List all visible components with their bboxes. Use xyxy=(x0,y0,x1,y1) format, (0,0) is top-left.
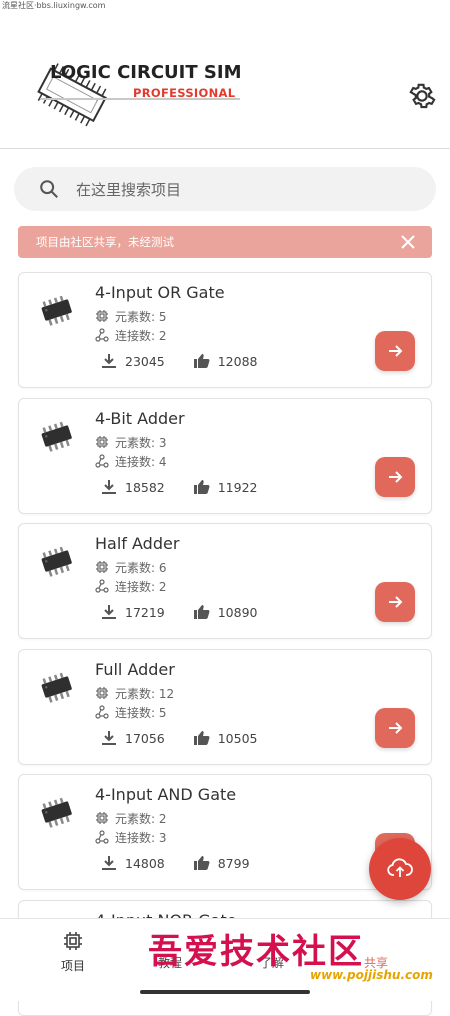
like-count: 10505 xyxy=(217,731,258,746)
thumbs-up-icon xyxy=(193,731,210,745)
download-icon xyxy=(102,354,116,368)
project-card[interactable]: Half Adder 元素数: 6 连接数: 2 17219 10890 xyxy=(18,523,432,639)
chip-icon xyxy=(41,546,72,577)
download-icon xyxy=(102,480,116,494)
banner-text: 项目由社区共享，未经测试 xyxy=(36,235,174,249)
connection-count: 连接数: 3 xyxy=(95,829,167,846)
connection-count: 连接数: 4 xyxy=(95,453,167,470)
logo-divider xyxy=(40,98,240,100)
chip-icon xyxy=(41,295,72,326)
connection-count: 连接数: 2 xyxy=(95,578,167,595)
project-stats: 17219 10890 xyxy=(101,604,258,620)
project-stats: 17056 10505 xyxy=(101,730,258,746)
element-count: 元素数: 5 xyxy=(95,308,167,325)
download-count: 17056 xyxy=(125,731,165,746)
thumbs-up-icon xyxy=(193,856,210,870)
upload-project-button[interactable] xyxy=(369,838,431,900)
watermark-url: www.pojjishu.com xyxy=(310,968,433,982)
chip-icon xyxy=(41,797,72,828)
close-icon[interactable] xyxy=(398,232,418,252)
arrow-right-icon xyxy=(389,596,403,608)
open-project-button[interactable] xyxy=(375,331,415,371)
project-title: 4-Input OR Gate xyxy=(95,283,225,302)
connection-count: 连接数: 5 xyxy=(95,704,167,721)
watermark-logo: 吾爱技术社区 xyxy=(148,932,364,972)
project-title: 4-Bit Adder xyxy=(95,409,185,428)
open-project-button[interactable] xyxy=(375,582,415,622)
download-icon xyxy=(102,856,116,870)
arrow-right-icon xyxy=(389,345,403,357)
connections-icon xyxy=(95,830,109,844)
open-project-button[interactable] xyxy=(375,457,415,497)
project-card[interactable]: 4-Input OR Gate 元素数: 5 连接数: 2 23045 1208… xyxy=(18,272,432,388)
community-warning-banner: 项目由社区共享，未经测试 xyxy=(18,226,432,258)
chip-icon xyxy=(41,421,72,452)
processor-icon xyxy=(96,812,108,824)
download-count: 14808 xyxy=(125,856,165,871)
connection-count: 连接数: 2 xyxy=(95,327,167,344)
like-count: 11922 xyxy=(217,480,258,495)
element-count: 元素数: 2 xyxy=(95,810,167,827)
nav-label: 项目 xyxy=(60,959,85,973)
processor-icon xyxy=(96,310,108,322)
watermark-top-text: 流星社区·bbs.liuxingw.com xyxy=(2,1,106,10)
project-title: Half Adder xyxy=(95,534,180,553)
project-card[interactable]: Full Adder 元素数: 12 连接数: 5 17056 10505 xyxy=(18,649,432,765)
processor-icon xyxy=(96,687,108,699)
like-count: 10890 xyxy=(217,605,258,620)
search-icon xyxy=(40,180,58,198)
connections-icon xyxy=(95,454,109,468)
arrow-right-icon xyxy=(389,471,403,483)
download-count: 23045 xyxy=(125,354,165,369)
chip-icon xyxy=(41,672,72,703)
home-indicator xyxy=(140,990,310,994)
nav-item-projects[interactable]: 项目 xyxy=(33,930,113,974)
thumbs-up-icon xyxy=(193,480,210,494)
project-title: 4-Input AND Gate xyxy=(95,785,237,804)
processor-icon xyxy=(96,436,108,448)
arrow-right-icon xyxy=(389,722,403,734)
element-count: 元素数: 6 xyxy=(95,559,167,576)
connections-icon xyxy=(95,705,109,719)
element-count: 元素数: 12 xyxy=(95,685,174,702)
like-count: 12088 xyxy=(217,354,258,369)
download-count: 17219 xyxy=(125,605,165,620)
open-project-button[interactable] xyxy=(375,708,415,748)
download-icon xyxy=(102,731,116,745)
project-stats: 18582 11922 xyxy=(101,479,258,495)
project-stats: 23045 12088 xyxy=(101,353,258,369)
project-title: Full Adder xyxy=(95,660,175,679)
connections-icon xyxy=(95,328,109,342)
processor-icon xyxy=(96,561,108,573)
chip-icon xyxy=(64,932,82,950)
cloud-upload-icon xyxy=(387,858,413,877)
element-count: 元素数: 3 xyxy=(95,434,167,451)
thumbs-up-icon xyxy=(193,605,210,619)
search-bar[interactable] xyxy=(14,167,436,213)
connections-icon xyxy=(95,579,109,593)
thumbs-up-icon xyxy=(193,354,210,368)
settings-gear-icon[interactable] xyxy=(406,80,438,112)
download-count: 18582 xyxy=(125,480,165,495)
project-card[interactable]: 4-Bit Adder 元素数: 3 连接数: 4 18582 11922 xyxy=(18,398,432,514)
search-input[interactable] xyxy=(74,167,418,213)
logo-title: LOGIC CIRCUIT SIM xyxy=(50,62,242,83)
project-stats: 14808 8799 xyxy=(101,855,250,871)
download-icon xyxy=(102,605,116,619)
like-count: 8799 xyxy=(217,856,250,871)
